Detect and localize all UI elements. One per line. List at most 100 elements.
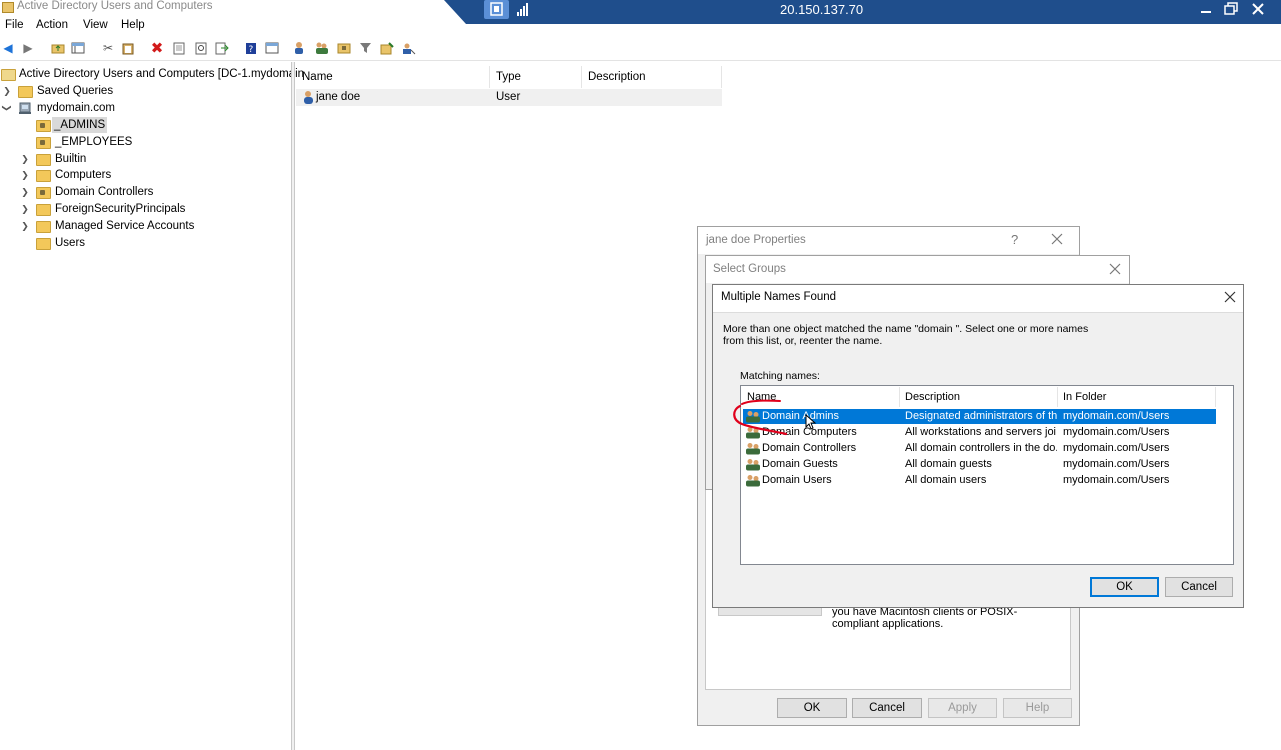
tree-item-label: Domain Controllers [55,186,154,198]
list-cell-description: All workstations and servers joi... [905,426,1057,438]
menu-file[interactable]: File [3,19,26,31]
ou-folder-icon [36,120,51,132]
expand-arrow-icon[interactable]: ❯ [20,184,30,200]
help-icon[interactable]: ? [1011,232,1018,247]
menu-bar [0,19,1281,37]
tree-item-label: ForeignSecurityPrincipals [55,203,186,215]
group-icon [746,442,760,455]
expand-arrow-icon[interactable]: ❯ [20,218,30,234]
column-header-description[interactable]: Description [582,66,722,88]
add-to-group-icon[interactable] [380,41,394,55]
list-cell-name: Domain Guests [762,458,838,470]
group-icon [746,474,760,487]
list-row-jane-doe[interactable]: jane doe User [296,89,722,106]
new-group-icon[interactable] [315,41,329,55]
properties-cancel-button[interactable]: Cancel [852,698,922,718]
show-console-tree-icon[interactable] [71,41,85,55]
tree-item-label: Builtin [55,153,87,165]
list-row-domain-controllers[interactable]: Domain Controllers All domain controller… [743,441,1216,456]
folder-icon [36,154,51,166]
mouse-pointer-icon [805,413,817,430]
new-ou-icon[interactable] [337,41,351,55]
menu-action[interactable]: Action [34,19,70,31]
list-cell-folder: mydomain.com/Users [1063,442,1170,454]
list-cell-folder: mydomain.com/Users [1063,410,1170,422]
app-icon [2,2,14,13]
pin-icon[interactable] [484,0,509,19]
delete-icon[interactable]: ✖ [150,40,164,57]
filter-icon[interactable] [358,41,372,55]
list-cell-folder: mydomain.com/Users [1063,426,1170,438]
list-row-domain-guests[interactable]: Domain Guests All domain guests mydomain… [743,457,1216,472]
column-header-type[interactable]: Type [490,66,582,88]
remote-host-ip: 20.150.137.70 [780,2,864,17]
back-arrow-icon[interactable]: ◀ [1,41,15,55]
console-tree: Active Directory Users and Computers [DC… [0,62,304,750]
help-book-icon[interactable]: ? [244,41,258,55]
column-header-description[interactable]: Description [900,387,1058,407]
list-cell-description: All domain users [905,474,987,486]
tree-item-label: Users [55,237,86,249]
multiple-names-title: Multiple Names Found [721,291,837,303]
multiple-names-ok-button[interactable]: OK [1090,577,1159,597]
properties-apply-button[interactable]: Apply [928,698,997,718]
close-icon[interactable] [1051,233,1063,248]
list-cell-name: jane doe [316,91,361,103]
list-cell-name: Domain Controllers [762,442,857,454]
expand-arrow-icon[interactable]: ❯ [20,201,30,217]
list-cell-description: All domain controllers in the do... [905,442,1057,454]
close-icon[interactable] [1224,291,1236,306]
expand-arrow-icon[interactable]: ❯ [2,83,12,99]
properties-dialog-title: jane doe Properties [706,234,806,246]
expand-arrow-icon[interactable]: ❯ [20,151,30,167]
list-cell-name: Domain Users [762,474,832,486]
pane-splitter[interactable] [291,62,295,750]
view-icon[interactable] [265,41,279,55]
tree-item-label: Saved Queries [37,85,114,97]
tree-item-label: Computers [55,169,112,181]
signal-strength-icon [516,2,530,16]
properties-icon[interactable] [172,41,186,55]
export-list-icon[interactable] [215,41,229,55]
clipboard-icon[interactable] [121,41,135,55]
folder-icon [18,86,33,98]
cut-icon[interactable]: ✂ [101,41,115,55]
folder-icon [36,238,51,250]
column-header-in-folder[interactable]: In Folder [1058,387,1216,407]
group-icon [746,458,760,471]
list-row-domain-users[interactable]: Domain Users All domain users mydomain.c… [743,473,1216,488]
menu-view[interactable]: View [81,19,110,31]
message-line-2: from this list, or, reenter the name. [723,335,883,347]
select-groups-title: Select Groups [713,263,786,275]
folder-icon [36,221,51,233]
tree-item-label: _ADMINS [52,117,108,133]
properties-info-text: you have Macintosh clients or POSIX-comp… [832,606,1018,630]
forward-arrow-icon[interactable]: ▶ [21,41,35,55]
matching-names-label: Matching names: [740,370,820,382]
up-folder-icon[interactable] [51,41,65,55]
new-user-icon[interactable] [293,41,307,55]
multiple-names-cancel-button[interactable]: Cancel [1165,577,1233,597]
expand-arrow-icon[interactable]: ❯ [20,167,30,183]
ou-folder-icon [36,137,51,149]
find-icon[interactable] [194,41,208,55]
user-icon [302,90,315,108]
column-header-name[interactable]: Name [296,66,490,88]
ou-folder-icon [36,187,51,199]
properties-help-button[interactable]: Help [1003,698,1072,718]
svg-text:?: ? [249,45,254,55]
properties-ok-button[interactable]: OK [777,698,847,718]
tree-item-label: Managed Service Accounts [55,220,195,232]
message-line-1: More than one object matched the name "d… [723,323,1089,335]
menu-help[interactable]: Help [119,19,147,31]
tree-root-label: Active Directory Users and Computers [DC… [19,68,305,80]
delegate-icon[interactable] [402,41,416,55]
toolbar [0,38,1281,61]
list-cell-folder: mydomain.com/Users [1063,458,1170,470]
tree-item-label: mydomain.com [37,102,115,114]
list-cell-description: All domain guests [905,458,992,470]
collapse-arrow-icon[interactable]: ❯ [0,103,15,113]
close-icon[interactable] [1109,263,1121,278]
domain-icon [18,102,32,120]
list-cell-folder: mydomain.com/Users [1063,474,1170,486]
